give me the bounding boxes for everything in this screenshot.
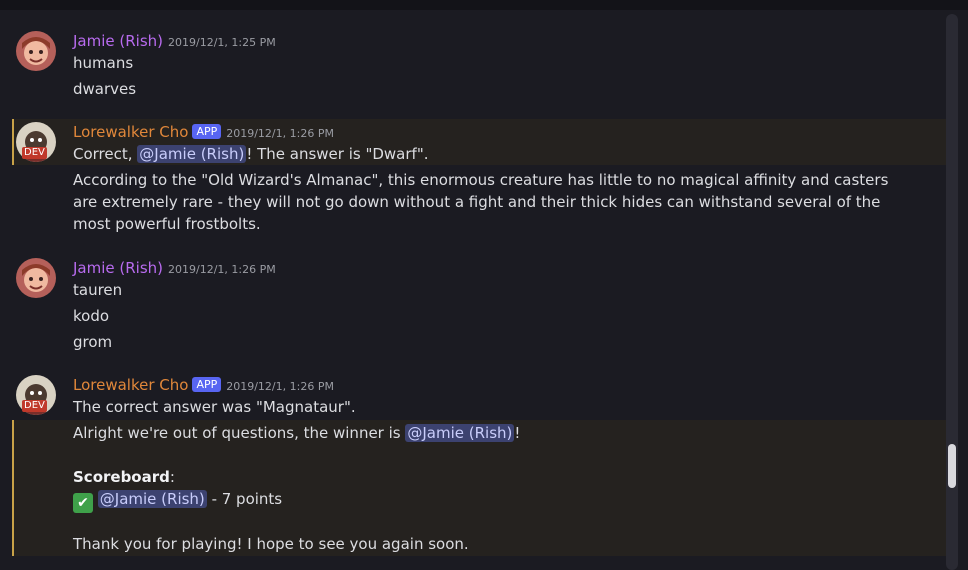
message-text: grom bbox=[73, 333, 113, 351]
timestamp[interactable]: 2019/12/1, 1:26 PM bbox=[226, 380, 334, 393]
message-paragraph: According to the "Old Wizard's Almanac",… bbox=[73, 171, 889, 233]
check-mark-icon: ✔ bbox=[73, 493, 93, 513]
scoreboard-heading: Scoreboard: bbox=[73, 467, 175, 487]
message-text: tauren bbox=[73, 281, 123, 299]
text-segment: Alright we're out of questions, the winn… bbox=[73, 424, 406, 442]
message-header: Lorewalker Cho APP 2019/12/1, 1:26 PM bbox=[73, 375, 334, 397]
user-mention[interactable]: @Jamie (Rish) bbox=[405, 424, 515, 442]
message-header: Jamie (Rish) 2019/12/1, 1:26 PM bbox=[73, 258, 276, 280]
user-mention[interactable]: @Jamie (Rish) bbox=[137, 145, 247, 163]
message-text: dwarves bbox=[73, 80, 137, 98]
score-text: - 7 points bbox=[206, 490, 283, 508]
avatar-image bbox=[16, 258, 56, 298]
message-text: humans bbox=[73, 54, 134, 72]
timestamp[interactable]: 2019/12/1, 1:26 PM bbox=[168, 263, 276, 276]
dev-badge: DEV bbox=[22, 147, 47, 159]
scoreboard-entry: ✔ @Jamie (Rish) - 7 points bbox=[73, 489, 282, 513]
text-segment: ! bbox=[514, 424, 521, 442]
message-header: Jamie (Rish) 2019/12/1, 1:25 PM bbox=[73, 31, 276, 53]
message-header: Lorewalker Cho APP 2019/12/1, 1:26 PM bbox=[73, 122, 334, 144]
avatar-image bbox=[16, 31, 56, 71]
message-list: Jamie (Rish) 2019/12/1, 1:25 PM humans dw… bbox=[0, 10, 947, 570]
message-text: kodo bbox=[73, 307, 110, 325]
author-name[interactable]: Jamie (Rish) bbox=[73, 259, 163, 277]
author-name[interactable]: Lorewalker Cho bbox=[73, 123, 188, 141]
author-name[interactable]: Lorewalker Cho bbox=[73, 376, 188, 394]
text-segment: Correct, bbox=[73, 145, 138, 163]
scoreboard-label: Scoreboard bbox=[73, 468, 170, 486]
text-segment: ! The answer is "Dwarf". bbox=[246, 145, 429, 163]
scrollbar-thumb[interactable] bbox=[948, 444, 956, 488]
message-text: Correct, @Jamie (Rish)! The answer is "D… bbox=[73, 144, 428, 164]
user-mention[interactable]: @Jamie (Rish) bbox=[97, 490, 207, 508]
message-text: Alright we're out of questions, the winn… bbox=[73, 423, 520, 443]
message-text: Thank you for playing! I hope to see you… bbox=[73, 535, 469, 553]
author-name[interactable]: Jamie (Rish) bbox=[73, 32, 163, 50]
app-badge: APP bbox=[192, 124, 222, 139]
text-segment: : bbox=[169, 468, 175, 486]
app-badge: APP bbox=[192, 377, 222, 392]
avatar[interactable] bbox=[16, 258, 56, 298]
avatar[interactable]: DEV bbox=[16, 375, 56, 415]
top-bar bbox=[0, 0, 968, 10]
dev-badge: DEV bbox=[22, 400, 47, 412]
timestamp[interactable]: 2019/12/1, 1:26 PM bbox=[226, 127, 334, 140]
timestamp[interactable]: 2019/12/1, 1:25 PM bbox=[168, 36, 276, 49]
avatar[interactable] bbox=[16, 31, 56, 71]
avatar[interactable]: DEV bbox=[16, 122, 56, 162]
message-text: The correct answer was "Magnataur". bbox=[73, 398, 356, 416]
